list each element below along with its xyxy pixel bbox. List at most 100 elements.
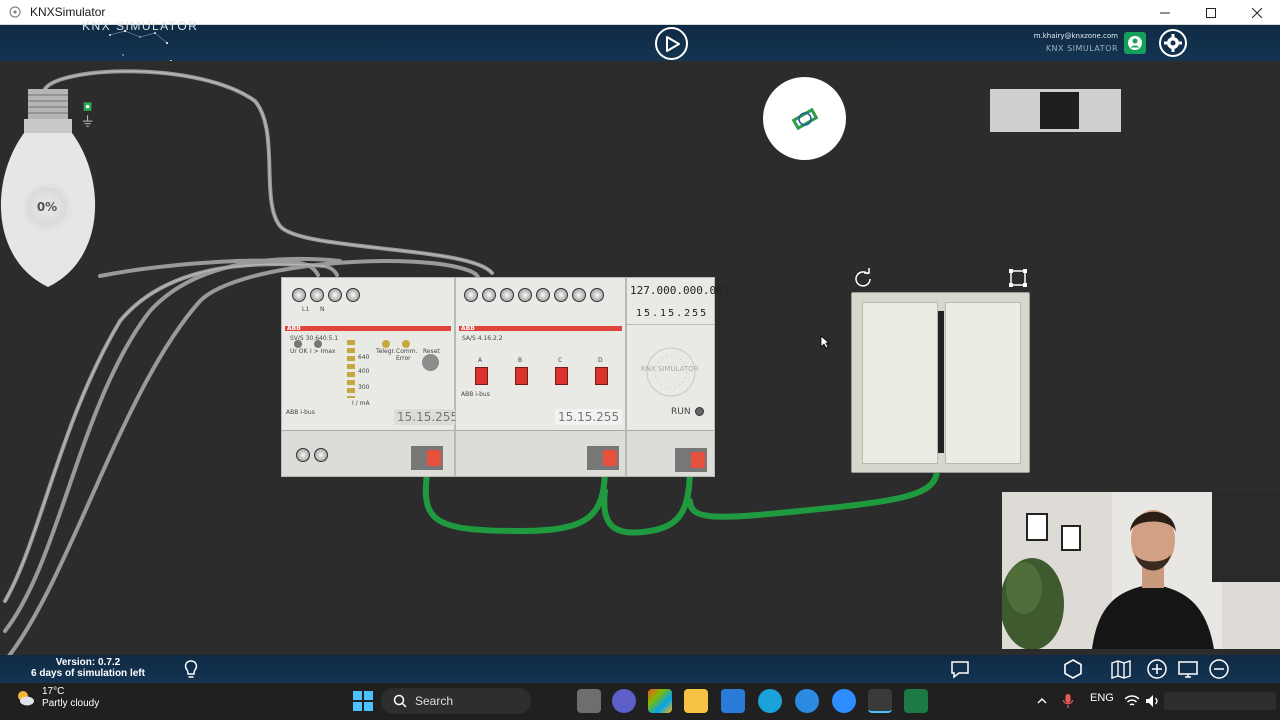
taskbar-app-zoom[interactable] xyxy=(832,689,856,713)
terminal[interactable] xyxy=(464,288,478,302)
act-red-strip xyxy=(459,326,622,331)
weather-condition: Partly cloudy xyxy=(42,698,100,709)
terminal[interactable] xyxy=(346,288,360,302)
app-icon xyxy=(9,6,21,18)
ps-led-urok: Ur OK xyxy=(290,348,308,355)
act-bus-connector[interactable] xyxy=(587,446,619,470)
maximize-button[interactable] xyxy=(1188,0,1234,25)
act-address: 15.15.255 xyxy=(555,409,623,425)
lamp-level: 0% xyxy=(23,183,71,231)
power-supply-device[interactable]: L1 N ABB SV/S 30.640.5.1 Ur OK I > Imax … xyxy=(281,277,462,477)
hexagon-icon[interactable] xyxy=(1062,658,1084,680)
ps-led xyxy=(314,340,322,348)
taskbar-app-chat[interactable] xyxy=(612,689,636,713)
ps-bus-connector[interactable] xyxy=(411,446,443,470)
volume-icon[interactable] xyxy=(1145,694,1161,708)
ps-bus-terminals xyxy=(296,448,328,462)
relay-button-b[interactable] xyxy=(515,367,528,385)
taskbar-app-edge[interactable] xyxy=(758,689,782,713)
taskbar-app-help[interactable] xyxy=(795,689,819,713)
terminal[interactable] xyxy=(328,288,342,302)
ps-address: 15.15.255 xyxy=(394,409,462,425)
act-channel-a: A xyxy=(478,357,483,364)
taskbar-app-knx-simulator[interactable] xyxy=(868,689,892,713)
bus-connector-red xyxy=(427,450,441,466)
taskbar-app-spreadsheet[interactable] xyxy=(904,689,928,713)
terminal[interactable] xyxy=(500,288,514,302)
terminal[interactable] xyxy=(572,288,586,302)
resize-icon[interactable] xyxy=(1008,268,1028,288)
mouse-cursor-icon xyxy=(820,335,830,349)
taskbar-app-explorer-view[interactable] xyxy=(577,689,601,713)
toggle-switch[interactable] xyxy=(990,89,1121,132)
act-brand: ABB xyxy=(461,325,475,332)
map-icon[interactable] xyxy=(1110,658,1132,680)
knx-simulator-window: KNXSimulator KNX SIMULATOR m.khairy@knxz… xyxy=(0,0,1280,720)
close-icon xyxy=(1252,7,1262,18)
terminal[interactable] xyxy=(292,288,306,302)
settings-button[interactable] xyxy=(1159,29,1187,57)
rotate-icon[interactable] xyxy=(853,268,873,288)
ps-led-comm-error: Comm. Error xyxy=(396,348,418,362)
push-button-center-strip xyxy=(938,311,944,453)
close-button[interactable] xyxy=(1234,0,1280,25)
ps-scale-400: 400 xyxy=(358,368,370,375)
app-bottom-bar: Version: 0.7.2 6 days of simulation left xyxy=(0,655,1280,683)
relay-button-d[interactable] xyxy=(595,367,608,385)
play-simulation-button[interactable] xyxy=(655,27,688,60)
terminal[interactable] xyxy=(518,288,532,302)
ground-icon xyxy=(82,102,93,127)
ps-led-telegr: Telegr. xyxy=(376,348,396,355)
ip-physical-address: 15.15.255 xyxy=(636,308,709,319)
terminal[interactable] xyxy=(482,288,496,302)
terminal[interactable] xyxy=(554,288,568,302)
push-button-rocker-right[interactable] xyxy=(945,302,1021,464)
act-channel-d: D xyxy=(598,357,603,364)
webcam-overlay xyxy=(1002,492,1280,649)
terminal[interactable] xyxy=(590,288,604,302)
ps-footer: ABB i-bus xyxy=(286,409,315,416)
act-footer: ABB i-bus xyxy=(461,391,490,398)
ps-reset-button[interactable] xyxy=(422,354,439,371)
ip-bus-connector[interactable] xyxy=(675,448,707,472)
terminal[interactable] xyxy=(314,448,328,462)
user-brand: KNX SIMULATOR xyxy=(1045,44,1118,53)
minimize-icon xyxy=(1160,12,1170,13)
version-label: Version: 0.7.2 xyxy=(55,657,121,668)
window-title: KNXSimulator xyxy=(30,5,106,19)
lightbulb-hint-icon[interactable] xyxy=(180,658,202,680)
relay-button-c[interactable] xyxy=(555,367,568,385)
switch-actuator-device[interactable]: ABB SA/S 4.16.2.2 A B C D ABB i-bus 15.1… xyxy=(455,277,626,477)
ps-led xyxy=(294,340,302,348)
monitor-icon[interactable] xyxy=(1177,658,1199,680)
microphone-icon[interactable] xyxy=(1062,693,1074,709)
terminal[interactable] xyxy=(310,288,324,302)
taskbar-app-file-explorer[interactable] xyxy=(684,689,708,713)
ip-interface-device[interactable]: 127.000.000.001 15.15.255 KNX SIMULATOR … xyxy=(626,277,729,477)
wifi-icon[interactable] xyxy=(1124,694,1140,708)
zoom-in-icon[interactable] xyxy=(1146,658,1168,680)
ps-load-bargraph xyxy=(347,340,355,398)
terminal[interactable] xyxy=(536,288,550,302)
terminal[interactable] xyxy=(296,448,310,462)
windows-start-icon[interactable] xyxy=(353,691,373,711)
taskbar-app-widgets[interactable] xyxy=(648,689,672,713)
push-button-rocker-left[interactable] xyxy=(862,302,938,464)
ip-run-led xyxy=(695,407,704,416)
language-indicator[interactable]: ENG xyxy=(1090,692,1114,704)
weather-widget[interactable]: 17°C Partly cloudy xyxy=(14,686,99,710)
user-account-button[interactable] xyxy=(1124,32,1146,54)
ps-terminal-n: N xyxy=(320,306,325,313)
weather-temperature: 17°C xyxy=(42,686,65,697)
taskbar-search[interactable]: Search xyxy=(381,688,531,714)
taskbar-app-store[interactable] xyxy=(721,689,745,713)
chat-icon[interactable] xyxy=(949,658,971,680)
zoom-out-icon[interactable] xyxy=(1208,658,1230,680)
chevron-up-icon[interactable] xyxy=(1036,695,1048,707)
minimize-button[interactable] xyxy=(1142,0,1188,25)
app-logo: KNX SIMULATOR xyxy=(82,19,199,33)
ip-address-display: 127.000.000.001 xyxy=(630,284,730,297)
knx-logo-badge[interactable] xyxy=(763,77,846,160)
partly-cloudy-icon xyxy=(18,691,34,706)
relay-button-a[interactable] xyxy=(475,367,488,385)
